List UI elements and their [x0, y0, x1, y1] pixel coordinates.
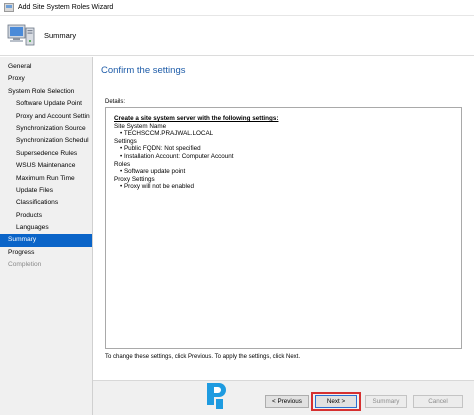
sidebar-item-products[interactable]: Products	[0, 210, 92, 222]
wizard-app-icon	[4, 3, 14, 12]
details-line: • Public FQDN: Not specified	[120, 145, 201, 153]
cancel-button: Cancel	[413, 395, 463, 408]
sidebar-item-proxy-and-account-settings[interactable]: Proxy and Account Settin	[0, 111, 92, 123]
sidebar-item-classifications[interactable]: Classifications	[0, 197, 92, 209]
next-button[interactable]: Next >	[315, 395, 357, 408]
sidebar-item-synchronization-schedule[interactable]: Synchronization Schedul	[0, 135, 92, 147]
sidebar-item-synchronization-source[interactable]: Synchronization Source	[0, 123, 92, 135]
sidebar-item-languages[interactable]: Languages	[0, 222, 92, 234]
details-intro: Create a site system server with the fol…	[114, 115, 279, 122]
sidebar-item-maximum-run-time[interactable]: Maximum Run Time	[0, 173, 92, 185]
sidebar-item-system-role-selection[interactable]: System Role Selection	[0, 86, 92, 98]
details-line: Proxy Settings	[114, 175, 155, 183]
sidebar-item-update-files[interactable]: Update Files	[0, 185, 92, 197]
previous-button[interactable]: < Previous	[265, 395, 309, 408]
wizard-header: Summary	[0, 16, 474, 56]
wizard-sidebar: General Proxy System Role Selection Soft…	[0, 57, 93, 415]
page-title: Confirm the settings	[101, 65, 186, 76]
details-textbox[interactable]: Create a site system server with the fol…	[105, 107, 462, 349]
header-step-label: Summary	[44, 31, 77, 40]
sidebar-item-wsus-maintenance[interactable]: WSUS Maintenance	[0, 160, 92, 172]
details-line: • TECHSCCM.PRAJWAL.LOCAL	[120, 130, 214, 138]
details-line: • Installation Account: Computer Account	[120, 152, 234, 160]
details-label: Details:	[105, 99, 126, 105]
sidebar-item-summary[interactable]: Summary	[0, 234, 92, 247]
sidebar-item-general[interactable]: General	[0, 61, 92, 73]
details-line: Roles	[114, 160, 131, 168]
sidebar-item-proxy[interactable]: Proxy	[0, 73, 92, 85]
title-bar: Add Site System Roles Wizard	[0, 0, 474, 16]
sidebar-item-progress: Progress	[8, 248, 35, 256]
details-line: • Proxy will not be enabled	[120, 183, 194, 191]
instructions-text: To change these settings, click Previous…	[105, 354, 300, 360]
window-title: Add Site System Roles Wizard	[18, 4, 114, 11]
details-line: • Software update point	[120, 168, 186, 176]
wizard-main-panel: Confirm the settings Details: Create a s…	[93, 57, 474, 415]
button-bar: < Previous Next > Summary Cancel	[93, 380, 474, 415]
logo-watermark-icon	[207, 383, 226, 409]
sidebar-item-software-update-point[interactable]: Software Update Point	[0, 98, 92, 110]
summary-button: Summary	[365, 395, 407, 408]
computer-icon	[7, 24, 35, 45]
details-line: Site System Name	[114, 122, 167, 130]
sidebar-item-supersedence-rules[interactable]: Supersedence Rules	[0, 148, 92, 160]
details-line: Settings	[114, 137, 137, 145]
sidebar-item-completion: Completion	[8, 261, 42, 269]
